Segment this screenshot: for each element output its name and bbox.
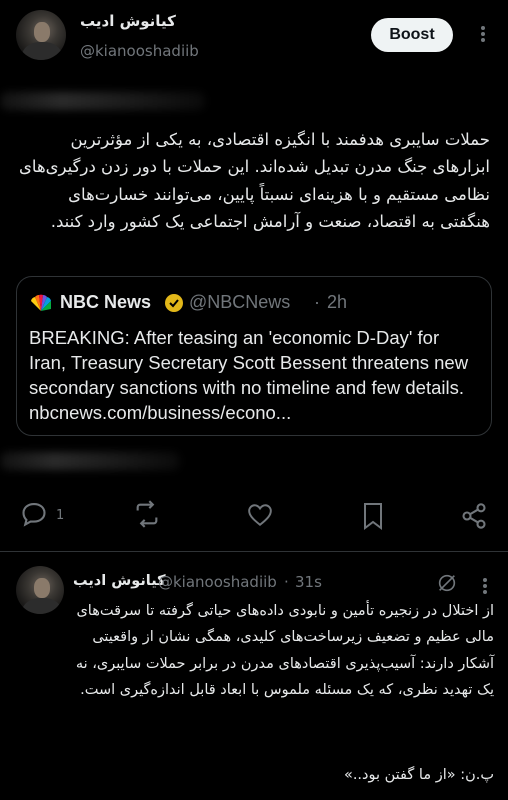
grok-icon[interactable]: [436, 572, 458, 594]
like-button[interactable]: [246, 502, 276, 532]
post-divider: [0, 551, 508, 552]
share-button[interactable]: [460, 502, 490, 532]
more-options-icon[interactable]: [481, 24, 485, 44]
avatar[interactable]: [16, 10, 66, 60]
author-handle[interactable]: @kianooshadiib: [158, 573, 277, 591]
nbc-peacock-icon: [29, 293, 53, 313]
blurred-content: [0, 92, 205, 110]
blurred-content: [0, 452, 180, 470]
verified-badge-icon: [164, 293, 184, 313]
repost-icon: [136, 500, 158, 528]
author-name[interactable]: کیانوش ادیب: [80, 12, 176, 30]
more-options-icon[interactable]: [483, 576, 487, 596]
repost-button[interactable]: [132, 500, 164, 532]
reply-count: 1: [56, 508, 65, 523]
boost-button[interactable]: Boost: [371, 18, 453, 52]
avatar[interactable]: [16, 566, 64, 614]
post-time: 31s: [295, 573, 322, 591]
quote-source-handle[interactable]: @NBCNews: [189, 292, 290, 313]
quote-time: 2h: [327, 292, 348, 312]
post-body: از اختلال در زنجیره تأمین و نابودی داده‌…: [75, 603, 494, 698]
share-icon: [462, 503, 486, 529]
separator-dot: ·: [284, 573, 289, 591]
post-footer-text: پ.ن: «از ما گفتن بود..»: [343, 767, 494, 783]
separator-dot: ·: [314, 292, 320, 312]
quote-source-name[interactable]: NBC News: [60, 292, 151, 313]
reply-icon: [22, 503, 46, 527]
heart-icon: [248, 504, 272, 526]
quote-text: BREAKING: After teasing an 'economic D-D…: [29, 327, 469, 423]
author-handle[interactable]: @kianooshadiib: [80, 42, 199, 60]
author-name[interactable]: کیانوش ادیب: [73, 573, 166, 589]
bookmark-button[interactable]: [361, 502, 387, 532]
post-body: حملات سایبری هدفمند با انگیزه اقتصادی، ب…: [19, 130, 490, 232]
reply-button[interactable]: 1: [20, 500, 68, 532]
bookmark-icon: [364, 503, 382, 530]
quoted-post-card[interactable]: NBC News @NBCNews · 2h BREAKING: After t…: [16, 276, 492, 436]
